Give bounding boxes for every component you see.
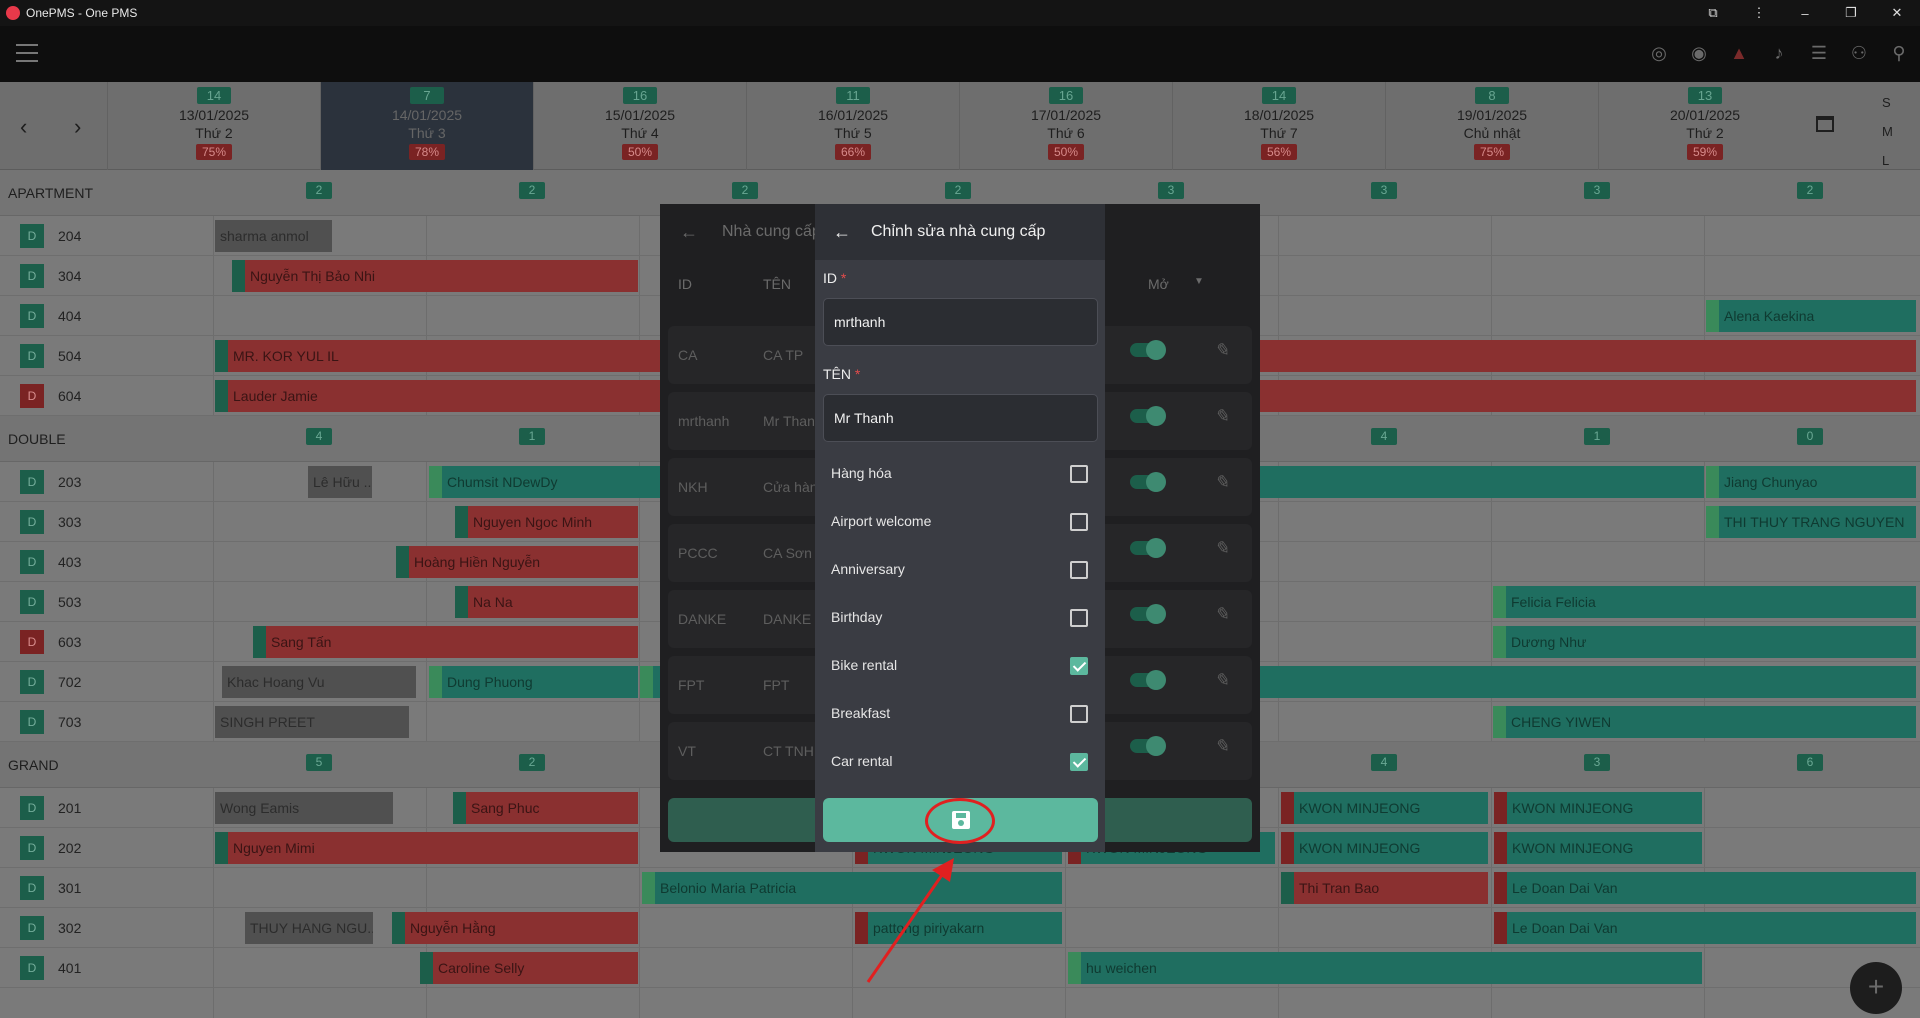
annotation-arrow [866, 858, 954, 983]
add-fab-button[interactable]: + [1850, 962, 1902, 1014]
